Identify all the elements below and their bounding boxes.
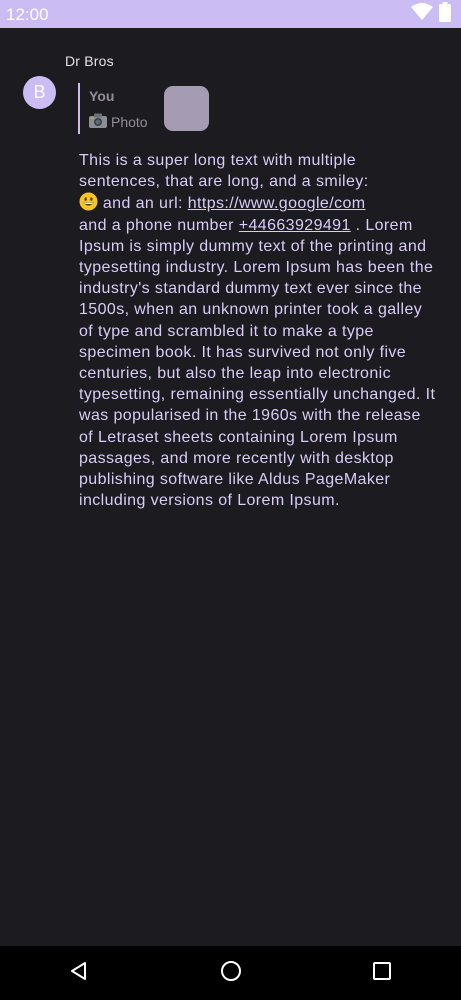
navigation-bar: [0, 946, 461, 1000]
status-icons: [411, 1, 451, 27]
avatar[interactable]: B: [23, 76, 56, 109]
back-button[interactable]: [64, 958, 94, 988]
back-icon: [69, 961, 89, 986]
reply-indicator-bar: [78, 83, 80, 134]
wifi-icon: [411, 2, 433, 26]
avatar-initial: B: [33, 82, 46, 102]
recents-button[interactable]: [367, 958, 397, 988]
message-phone-intro: and a phone number: [79, 216, 234, 234]
message-url-link[interactable]: https://www.google/com: [188, 195, 366, 212]
chat-screen: Dr Bros B You Photo This is a super long…: [0, 28, 461, 946]
sender-name: Dr Bros: [65, 53, 114, 69]
message-text: This is a super long text with multiple …: [79, 150, 439, 511]
recents-icon: [373, 961, 391, 985]
camera-icon: [89, 113, 107, 131]
reply-author: You: [89, 88, 115, 104]
home-icon: [220, 960, 242, 987]
message-text-intro: This is a super long text with multiple …: [79, 152, 369, 191]
reply-preview-label: Photo: [111, 114, 148, 130]
status-time: 12:00: [6, 5, 49, 24]
message-text-body: . Lorem Ipsum is simply dummy text of th…: [79, 216, 436, 510]
status-bar: 12:00: [0, 0, 461, 28]
reply-preview: Photo: [89, 113, 148, 131]
home-button[interactable]: [216, 958, 246, 988]
grinning-face-emoji-icon: [79, 192, 98, 211]
message-phone-link[interactable]: +44663929491: [239, 217, 351, 234]
message-url-intro: and an url:: [102, 195, 183, 213]
reply-photo-thumbnail: [164, 86, 209, 131]
reply-quote[interactable]: You Photo: [78, 83, 218, 134]
battery-icon: [439, 1, 451, 27]
